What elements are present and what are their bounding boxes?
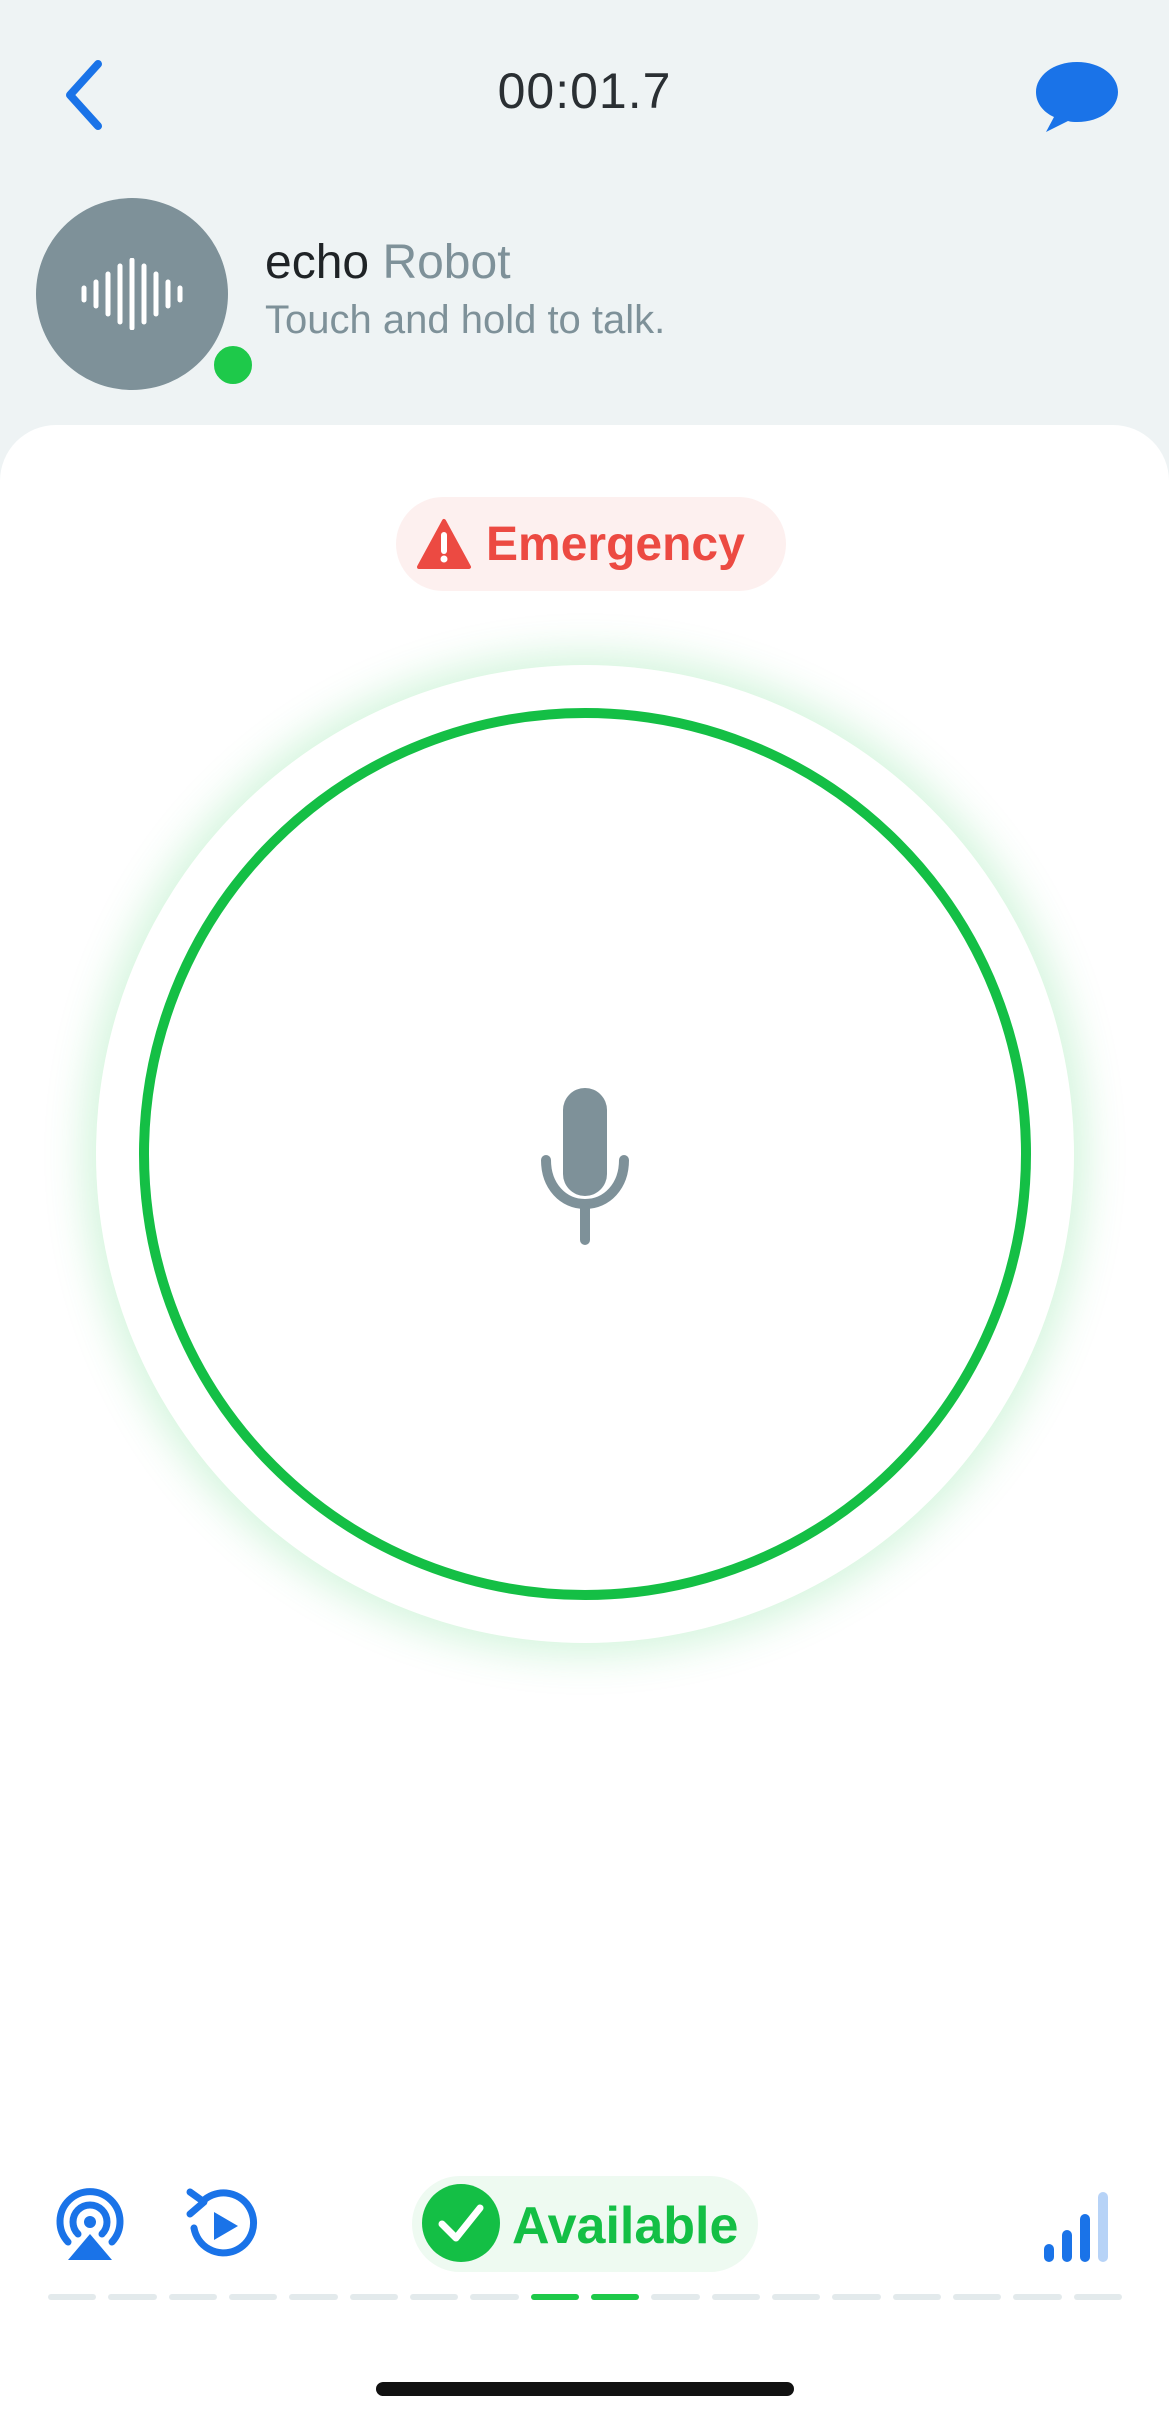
contact-header: echo Robot Touch and hold to talk. bbox=[0, 190, 1169, 410]
emergency-label: Emergency bbox=[486, 518, 745, 571]
bottom-bar: Available bbox=[0, 2170, 1169, 2310]
level-meter-segment bbox=[470, 2294, 519, 2300]
level-meter-segment bbox=[289, 2294, 338, 2300]
ptt-call-screen: 00:01.7 echo Robot Touch and hold to tal… bbox=[0, 0, 1169, 2420]
level-meter-segment bbox=[530, 2294, 579, 2300]
replay-icon bbox=[186, 2188, 258, 2257]
home-indicator[interactable] bbox=[376, 2382, 794, 2396]
warning-triangle-icon bbox=[417, 519, 471, 569]
level-meter-segment bbox=[952, 2294, 1002, 2300]
chat-bubble-icon bbox=[1036, 62, 1118, 132]
signal-strength-indicator bbox=[1040, 2186, 1120, 2266]
microphone-icon bbox=[541, 1088, 629, 1245]
check-circle-icon bbox=[422, 2184, 500, 2262]
talk-card: Emergency bbox=[0, 425, 1169, 2420]
online-status-dot bbox=[208, 340, 258, 390]
level-meter-segment bbox=[349, 2294, 398, 2300]
contact-subtitle: Touch and hold to talk. bbox=[265, 298, 666, 342]
avatar[interactable] bbox=[36, 198, 258, 390]
call-timer: 00:01.7 bbox=[497, 63, 672, 119]
contact-name-text: echo bbox=[265, 236, 370, 289]
emergency-button[interactable]: Emergency bbox=[396, 497, 786, 591]
level-meter-segment bbox=[48, 2294, 97, 2300]
availability-status-button[interactable]: Available bbox=[412, 2176, 758, 2272]
airplay-button[interactable] bbox=[50, 2184, 130, 2264]
level-meter-segment bbox=[711, 2294, 760, 2300]
level-meter-segment bbox=[1013, 2294, 1062, 2300]
level-meter-segment bbox=[108, 2294, 157, 2300]
level-meter-segment bbox=[651, 2294, 700, 2300]
level-meter-segment bbox=[832, 2294, 881, 2300]
signal-strength-icon bbox=[1044, 2192, 1108, 2262]
level-meter-segment bbox=[590, 2294, 640, 2300]
level-meter-segment bbox=[409, 2294, 459, 2300]
airplay-icon bbox=[56, 2188, 124, 2260]
availability-status-label: Available bbox=[512, 2197, 739, 2255]
chat-button[interactable] bbox=[1032, 52, 1122, 142]
contact-name: echo Robot bbox=[265, 235, 511, 290]
audio-level-meter bbox=[48, 2294, 1122, 2300]
replay-button[interactable] bbox=[182, 2184, 262, 2264]
level-meter-segment bbox=[168, 2294, 217, 2300]
level-meter-segment bbox=[771, 2294, 821, 2300]
level-meter-segment bbox=[892, 2294, 941, 2300]
level-meter-segment bbox=[1073, 2294, 1122, 2300]
push-to-talk-button[interactable] bbox=[139, 708, 1031, 1600]
contact-type-label: Robot bbox=[382, 236, 511, 289]
waveform-icon bbox=[81, 258, 183, 330]
top-bar: 00:01.7 bbox=[0, 0, 1169, 190]
level-meter-segment bbox=[228, 2294, 278, 2300]
